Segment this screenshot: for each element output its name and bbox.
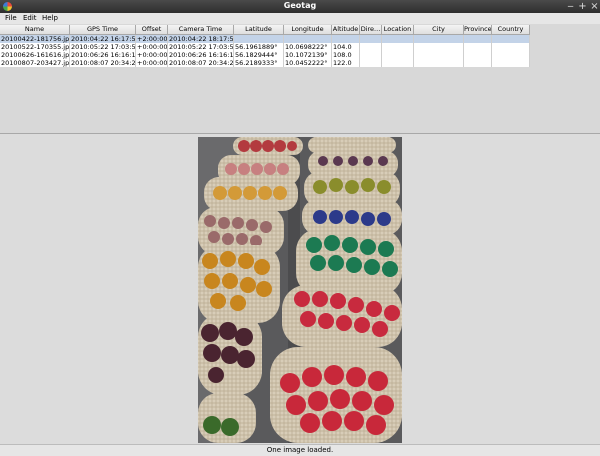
table-cell: +0:00:00 <box>136 59 168 67</box>
table-cell: 104.0 <box>332 43 360 51</box>
minimize-icon[interactable]: ‒ <box>565 1 576 12</box>
table-cell: 56.1829444° <box>234 51 284 59</box>
table-cell <box>414 43 464 51</box>
table-cell: 2010:05:22 17:03:55 <box>168 43 234 51</box>
column-header[interactable]: Camera Time <box>168 25 234 35</box>
table-cell: 10.1072139° <box>284 51 332 59</box>
status-bar: One image loaded. <box>0 444 600 456</box>
menu-bar: File Edit Help <box>0 13 600 24</box>
table-cell: 122.0 <box>332 59 360 67</box>
menu-edit[interactable]: Edit <box>23 14 37 22</box>
column-header[interactable]: Dire... <box>360 25 382 35</box>
table-cell: +2:00:00 <box>136 35 168 43</box>
column-header[interactable]: GPS Time <box>70 25 136 35</box>
table-cell <box>492 51 530 59</box>
table-cell <box>464 43 492 51</box>
column-header[interactable]: Name <box>0 25 70 35</box>
table-cell <box>492 43 530 51</box>
table-cell: +0:00:00 <box>136 43 168 51</box>
close-icon[interactable]: × <box>589 1 600 12</box>
menu-help[interactable]: Help <box>42 14 58 22</box>
table-cell <box>464 51 492 59</box>
column-header[interactable]: Latitude <box>234 25 284 35</box>
table-cell: 56.1961889° <box>234 43 284 51</box>
table-cell <box>332 35 360 43</box>
table-cell: 2010:06:26 16:16:16 <box>168 51 234 59</box>
table-row[interactable]: 20100807-203427.jpg 2010:08:07 20:34:27 +0… <box>0 59 530 67</box>
photo-preview <box>198 137 402 443</box>
table-cell: 2010:05:22 17:03:55 <box>70 43 136 51</box>
table-row[interactable]: 20100522-170355.jpg 2010:05:22 17:03:55 +0… <box>0 43 530 51</box>
table-header: Name GPS Time Offset Camera Time Latitude Lon… <box>0 25 530 35</box>
status-text: One image loaded. <box>266 446 334 454</box>
table-cell: 20100422-181756.jpg <box>0 35 70 43</box>
column-header[interactable]: Country <box>492 25 530 35</box>
table-cell <box>234 35 284 43</box>
menu-file[interactable]: File <box>5 14 17 22</box>
table-cell <box>414 51 464 59</box>
table-cell: 2010:06:26 16:16:16 <box>70 51 136 59</box>
column-header[interactable]: City <box>414 25 464 35</box>
table-cell: 56.2189333° <box>234 59 284 67</box>
image-table: Name GPS Time Offset Camera Time Latitude Lon… <box>0 24 600 134</box>
table-row[interactable]: 20100626-161616.jpg 2010:06:26 16:16:16 +0… <box>0 51 530 59</box>
table-cell <box>284 35 332 43</box>
column-header[interactable]: Location <box>382 25 414 35</box>
table-cell <box>414 59 464 67</box>
image-preview-panel <box>0 135 600 444</box>
column-header[interactable]: Offset <box>136 25 168 35</box>
table-cell: 10.0698222° <box>284 43 332 51</box>
table-cell: 2010:04:22 16:17:56 <box>70 35 136 43</box>
column-header[interactable]: Longitude <box>284 25 332 35</box>
table-cell <box>360 35 382 43</box>
table-cell <box>382 43 414 51</box>
table-cell <box>464 59 492 67</box>
table-cell: 108.0 <box>332 51 360 59</box>
table-cell: 20100807-203427.jpg <box>0 59 70 67</box>
table-cell <box>382 59 414 67</box>
table-cell <box>464 35 492 43</box>
maximize-icon[interactable]: + <box>577 1 588 12</box>
table-cell <box>414 35 464 43</box>
column-header[interactable]: Altitude <box>332 25 360 35</box>
table-cell <box>492 59 530 67</box>
table-cell: 20100626-161616.jpg <box>0 51 70 59</box>
table-cell <box>382 35 414 43</box>
title-bar: Geotag ‒ + × <box>0 0 600 13</box>
table-cell: +0:00:00 <box>136 51 168 59</box>
table-cell <box>360 59 382 67</box>
table-cell: 10.0452222° <box>284 59 332 67</box>
table-cell <box>382 51 414 59</box>
column-header[interactable]: Province <box>464 25 492 35</box>
table-cell <box>360 43 382 51</box>
table-cell: 2010:08:07 20:34:27 <box>168 59 234 67</box>
table-cell: 2010:04:22 18:17:56 <box>168 35 234 43</box>
table-cell <box>492 35 530 43</box>
table-cell: 2010:08:07 20:34:27 <box>70 59 136 67</box>
table-cell: 20100522-170355.jpg <box>0 43 70 51</box>
table-row[interactable]: 20100422-181756.jpg 2010:04:22 16:17:56 +2… <box>0 35 530 43</box>
table-cell <box>360 51 382 59</box>
window-title: Geotag <box>283 1 317 10</box>
